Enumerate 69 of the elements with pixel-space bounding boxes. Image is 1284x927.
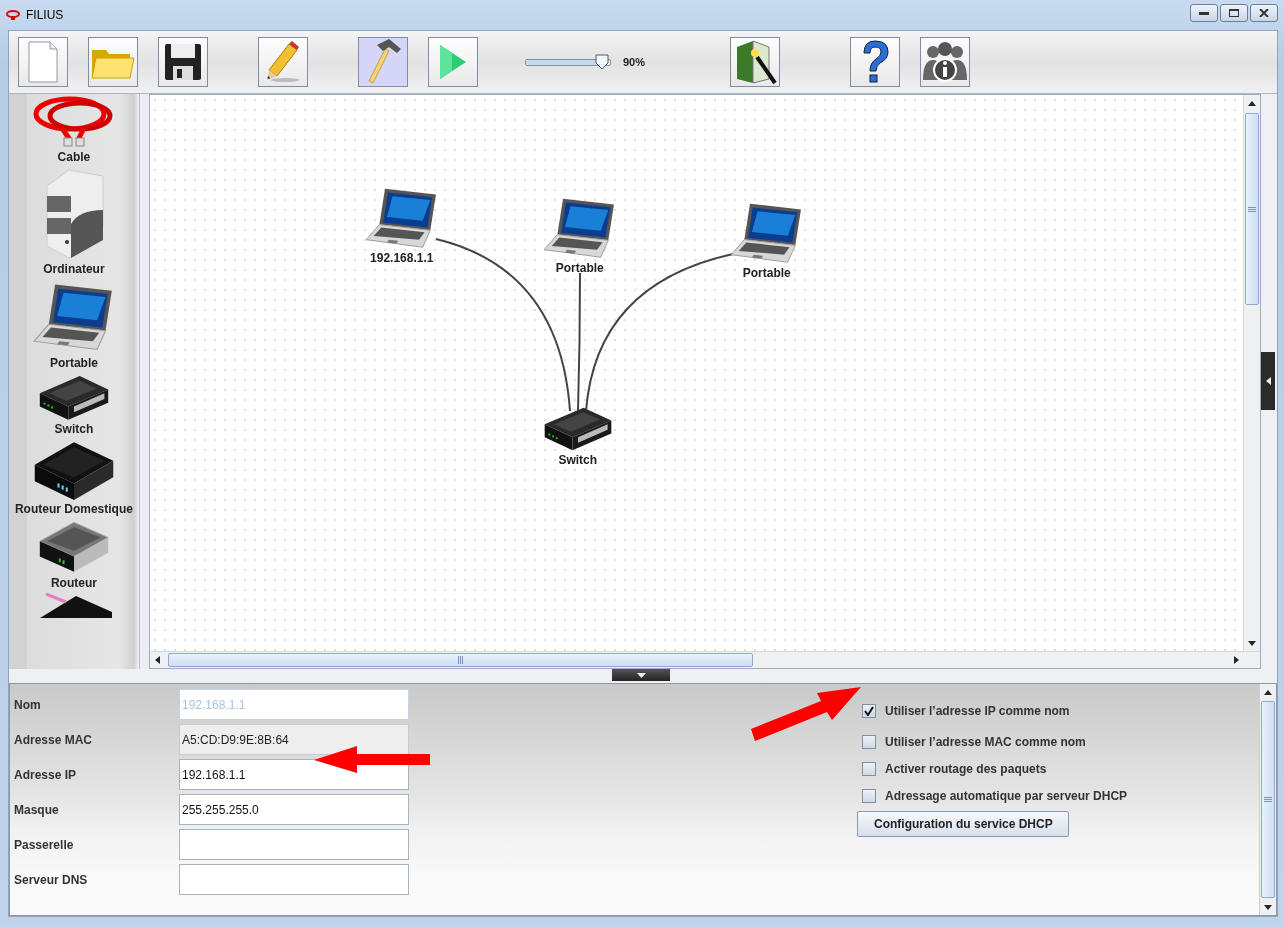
minimize-icon <box>1199 11 1209 15</box>
scroll-up-icon[interactable] <box>1264 689 1272 695</box>
check-icon <box>864 705 874 716</box>
checkbox-label: Utiliser l’adresse MAC comme nom <box>885 734 1086 749</box>
new-tool-button[interactable] <box>18 37 68 87</box>
field-label: Masque <box>13 802 60 817</box>
dhcp-config-button[interactable]: Configuration du service DHCP <box>857 811 1069 837</box>
info-tool-button[interactable] <box>920 37 971 87</box>
palette-item[interactable]: Routeur <box>50 576 97 590</box>
palette-item[interactable]: Routeur Domestique <box>14 502 133 516</box>
text-field[interactable] <box>179 829 409 860</box>
maximize-button[interactable] <box>1220 4 1248 22</box>
checkbox[interactable] <box>862 761 876 776</box>
save-tool-button[interactable] <box>158 37 208 87</box>
scroll-left-icon[interactable] <box>155 656 161 664</box>
checkbox[interactable] <box>862 788 876 803</box>
text-field[interactable] <box>179 864 409 895</box>
vertical-scrollbar[interactable] <box>1259 684 1276 915</box>
close-icon <box>1259 9 1269 17</box>
panel-toggle[interactable] <box>612 669 670 681</box>
wizard-tool-button[interactable] <box>730 37 781 87</box>
checkbox-label: Activer routage des paquets <box>885 761 1047 776</box>
minimize-button[interactable] <box>1190 4 1218 22</box>
collapse-handle[interactable] <box>1261 352 1276 410</box>
design-tool-button[interactable] <box>358 37 408 87</box>
network-canvas[interactable]: 192.168.1.1 Portable Portable Switch <box>149 95 1244 651</box>
node-label: Switch <box>558 453 598 467</box>
scroll-down-icon[interactable] <box>1248 640 1257 646</box>
slider-thumb[interactable] <box>594 53 609 70</box>
palette-item[interactable]: Portable <box>49 356 98 370</box>
app-logo-icon <box>6 10 20 20</box>
checkbox[interactable] <box>862 734 876 749</box>
field-label: Adresse IP <box>13 767 78 782</box>
node-label: 192.168.1.1 <box>370 251 434 265</box>
scroll-right-icon[interactable] <box>1233 656 1239 664</box>
edit-tool-button[interactable] <box>258 37 308 87</box>
blank-page-icon <box>26 40 60 84</box>
close-button[interactable] <box>1250 4 1278 22</box>
node-label: Portable <box>555 261 604 275</box>
vertical-scrollbar[interactable] <box>1243 95 1261 651</box>
field-label: Adresse MAC <box>13 732 94 747</box>
text-field[interactable]: 192.168.1.1 <box>179 759 409 790</box>
window-title: FILIUS <box>26 8 64 22</box>
palette-item[interactable]: Cable <box>57 150 91 164</box>
scroll-up-icon[interactable] <box>1248 100 1257 106</box>
scroll-down-icon[interactable] <box>1264 904 1272 910</box>
palette-item[interactable]: Ordinateur <box>43 262 105 276</box>
grip-icon <box>457 656 463 664</box>
checkbox-label: Adressage automatique par serveur DHCP <box>885 788 1128 803</box>
simulate-tool-button[interactable] <box>428 37 478 87</box>
grip-icon <box>1264 797 1272 802</box>
maximize-icon <box>1229 9 1239 17</box>
people-info-icon <box>921 40 970 84</box>
grip-icon <box>1248 206 1257 212</box>
zoom-percentage: 90% <box>623 56 646 68</box>
caret-left-icon <box>1265 377 1271 385</box>
help-tool-button[interactable] <box>850 37 901 87</box>
node-label: Portable <box>742 266 791 280</box>
play-icon <box>438 43 468 81</box>
field-label: Serveur DNS <box>13 872 89 887</box>
open-tool-button[interactable] <box>88 37 138 87</box>
field-label: Nom <box>13 697 42 712</box>
text-field[interactable]: 255.255.255.0 <box>179 794 409 825</box>
caret-down-icon <box>636 672 646 678</box>
palette-item[interactable]: Switch <box>54 422 94 436</box>
field-label: Passerelle <box>13 837 75 852</box>
checkbox-label: Utiliser l’adresse IP comme nom <box>885 703 1070 718</box>
checkbox[interactable] <box>862 703 876 718</box>
horizontal-scrollbar[interactable] <box>149 651 1261 668</box>
